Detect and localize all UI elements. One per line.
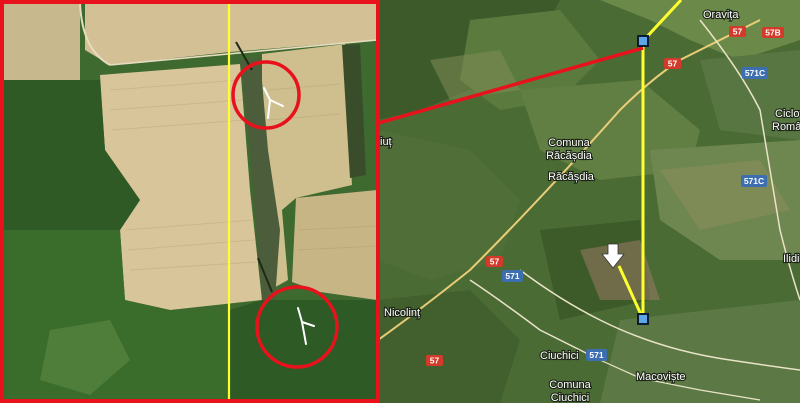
town-label-iliut: iuț bbox=[380, 136, 392, 148]
town-label-ciclova-1: Ciclova bbox=[775, 108, 800, 120]
town-label-oravita: Oravița bbox=[703, 9, 739, 21]
road-shield-57b: 57B bbox=[762, 27, 784, 38]
svg-text:57: 57 bbox=[430, 356, 440, 366]
town-label-ciuchici: Ciuchici bbox=[540, 350, 579, 362]
svg-text:571C: 571C bbox=[744, 176, 764, 186]
road-shield-57-top: 57 bbox=[729, 26, 746, 37]
top-square-marker-icon[interactable] bbox=[637, 35, 649, 47]
town-label-nicolint: Nicolinț bbox=[384, 307, 420, 319]
svg-text:571: 571 bbox=[589, 350, 603, 360]
svg-text:571: 571 bbox=[505, 271, 519, 281]
svg-text:57: 57 bbox=[490, 257, 500, 267]
regional-map[interactable]: 57 57B 57 571C 571C 57 571 57 571 Oraviț… bbox=[353, 0, 800, 403]
map-scene: 57 57B 57 571C 571C 57 571 57 571 Oraviț… bbox=[0, 0, 800, 403]
town-label-racasdia: Răcășdia bbox=[548, 171, 595, 183]
road-shield-571-bottom: 571 bbox=[586, 349, 607, 361]
svg-text:57: 57 bbox=[668, 59, 678, 69]
town-label-ilidia: Ilidi bbox=[783, 253, 800, 265]
town-label-comuna-racasdia-2: Răcășdia bbox=[546, 150, 593, 162]
town-label-comuna-racasdia-1: Comuna bbox=[548, 137, 590, 149]
road-shield-57-left: 57 bbox=[486, 256, 503, 267]
road-shield-57-bottom: 57 bbox=[426, 355, 443, 366]
road-shield-571c-mid: 571C bbox=[741, 175, 767, 187]
town-label-macoviste: Macoviște bbox=[636, 371, 686, 383]
road-shield-571c-top: 571C bbox=[742, 67, 768, 79]
road-shield-571-left: 571 bbox=[502, 270, 523, 282]
inset-satellite-view[interactable] bbox=[0, 0, 380, 403]
svg-text:571C: 571C bbox=[745, 68, 765, 78]
svg-text:57: 57 bbox=[733, 27, 743, 37]
bottom-square-marker-icon[interactable] bbox=[637, 313, 649, 325]
town-label-comuna-ciuchici-2: Ciuchici bbox=[551, 392, 590, 403]
town-label-comuna-ciuchici-1: Comuna bbox=[549, 379, 591, 391]
svg-text:57B: 57B bbox=[765, 28, 781, 38]
road-shield-57-mid: 57 bbox=[664, 58, 681, 69]
town-label-ciclova-2: Română bbox=[772, 121, 800, 133]
